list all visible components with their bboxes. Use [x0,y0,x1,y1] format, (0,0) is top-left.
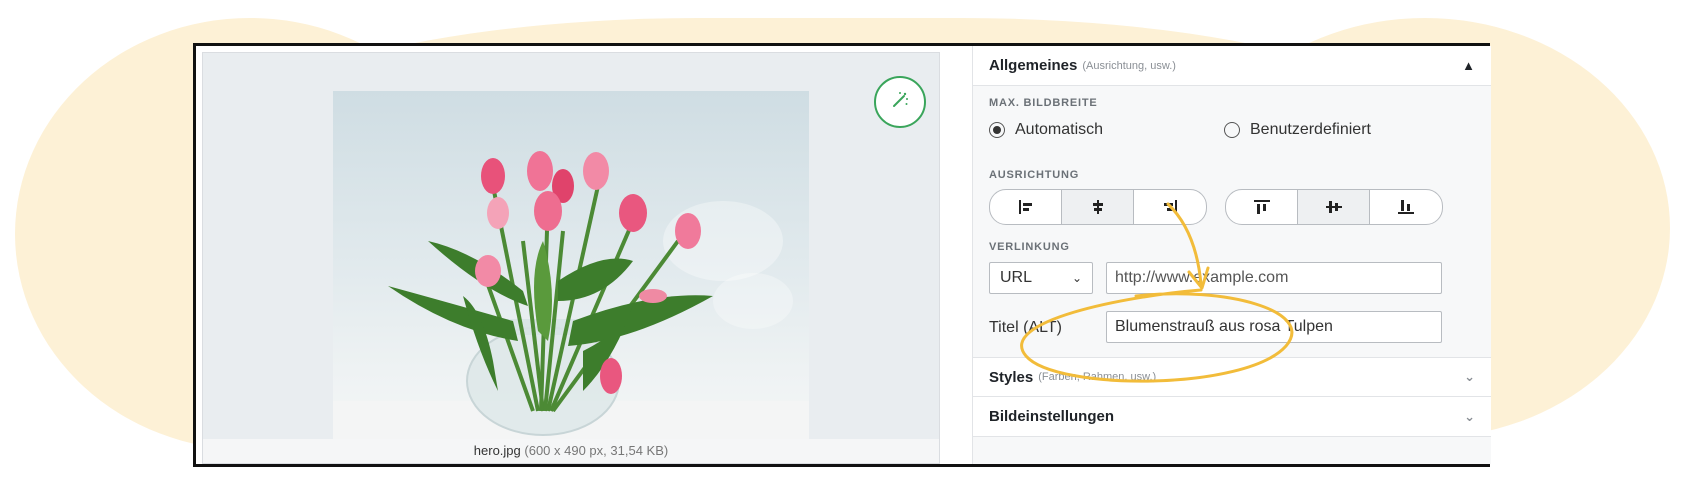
magic-wand-button[interactable] [874,76,926,128]
section-styles-hint: (Farben, Rahmen, usw.) [1038,371,1157,383]
alt-title-label: Titel (ALT) [989,319,1062,336]
align-right-button[interactable] [1134,190,1206,224]
settings-panel: Allgemeines (Ausrichtung, usw.) ▲ MAX. B… [972,46,1491,464]
section-general-title: Allgemeines [989,57,1078,74]
max-width-label: MAX. BILDBREITE [989,97,1098,109]
image-caption: hero.jpg (600 x 490 px, 31,54 KB) [203,439,939,463]
align-middle-button[interactable] [1298,190,1370,224]
align-bottom-icon [1398,200,1414,214]
align-top-button[interactable] [1226,190,1298,224]
section-general-hint: (Ausrichtung, usw.) [1082,59,1176,72]
chevron-up-icon: ▲ [1462,58,1475,73]
section-image-settings-title: Bildeinstellungen [989,408,1115,425]
radio-custom[interactable]: Benutzerdefiniert [1224,121,1371,139]
link-type-select[interactable]: URL ⌄ [989,262,1093,294]
magic-wand-icon [891,91,909,114]
section-styles-title: Styles [989,368,1034,386]
align-left-button[interactable] [990,190,1062,224]
radio-automatic-label: Automatisch [1015,121,1104,138]
chevron-down-icon: ⌄ [1464,369,1475,384]
image-preview-panel: hero.jpg (600 x 490 px, 31,54 KB) [202,52,940,464]
tulip-photo [333,91,809,439]
align-right-icon [1164,200,1177,214]
chevron-down-icon: ⌄ [1071,271,1082,285]
radio-unselected-indicator [1224,122,1240,138]
image-editor-window: hero.jpg (600 x 490 px, 31,54 KB) Allgem… [193,43,1491,467]
horizontal-alignment-group [989,189,1207,225]
radio-selected-indicator [989,122,1005,138]
section-general-header[interactable]: Allgemeines (Ausrichtung, usw.) ▲ [973,46,1491,86]
section-styles-header[interactable]: Styles (Farben, Rahmen, usw.) ⌄ [973,357,1491,397]
url-input[interactable] [1106,262,1442,294]
link-label: VERLINKUNG [989,241,1070,253]
alt-title-input[interactable] [1106,311,1442,343]
align-center-button[interactable] [1062,190,1134,224]
alignment-label: AUSRICHTUNG [989,169,1080,181]
section-image-settings-header[interactable]: Bildeinstellungen ⌄ [973,397,1491,437]
radio-custom-label: Benutzerdefiniert [1250,121,1371,138]
link-type-value: URL [1000,269,1033,286]
align-center-icon [1092,200,1103,214]
radio-automatic[interactable]: Automatisch [989,121,1103,139]
vertical-alignment-group [1225,189,1443,225]
align-middle-icon [1325,201,1342,213]
image-meta: (600 x 490 px, 31,54 KB) [524,443,669,458]
align-bottom-button[interactable] [1370,190,1442,224]
image-filename: hero.jpg [473,443,521,458]
align-left-icon [1018,200,1032,214]
chevron-down-icon: ⌄ [1464,408,1475,424]
align-top-icon [1253,200,1270,214]
